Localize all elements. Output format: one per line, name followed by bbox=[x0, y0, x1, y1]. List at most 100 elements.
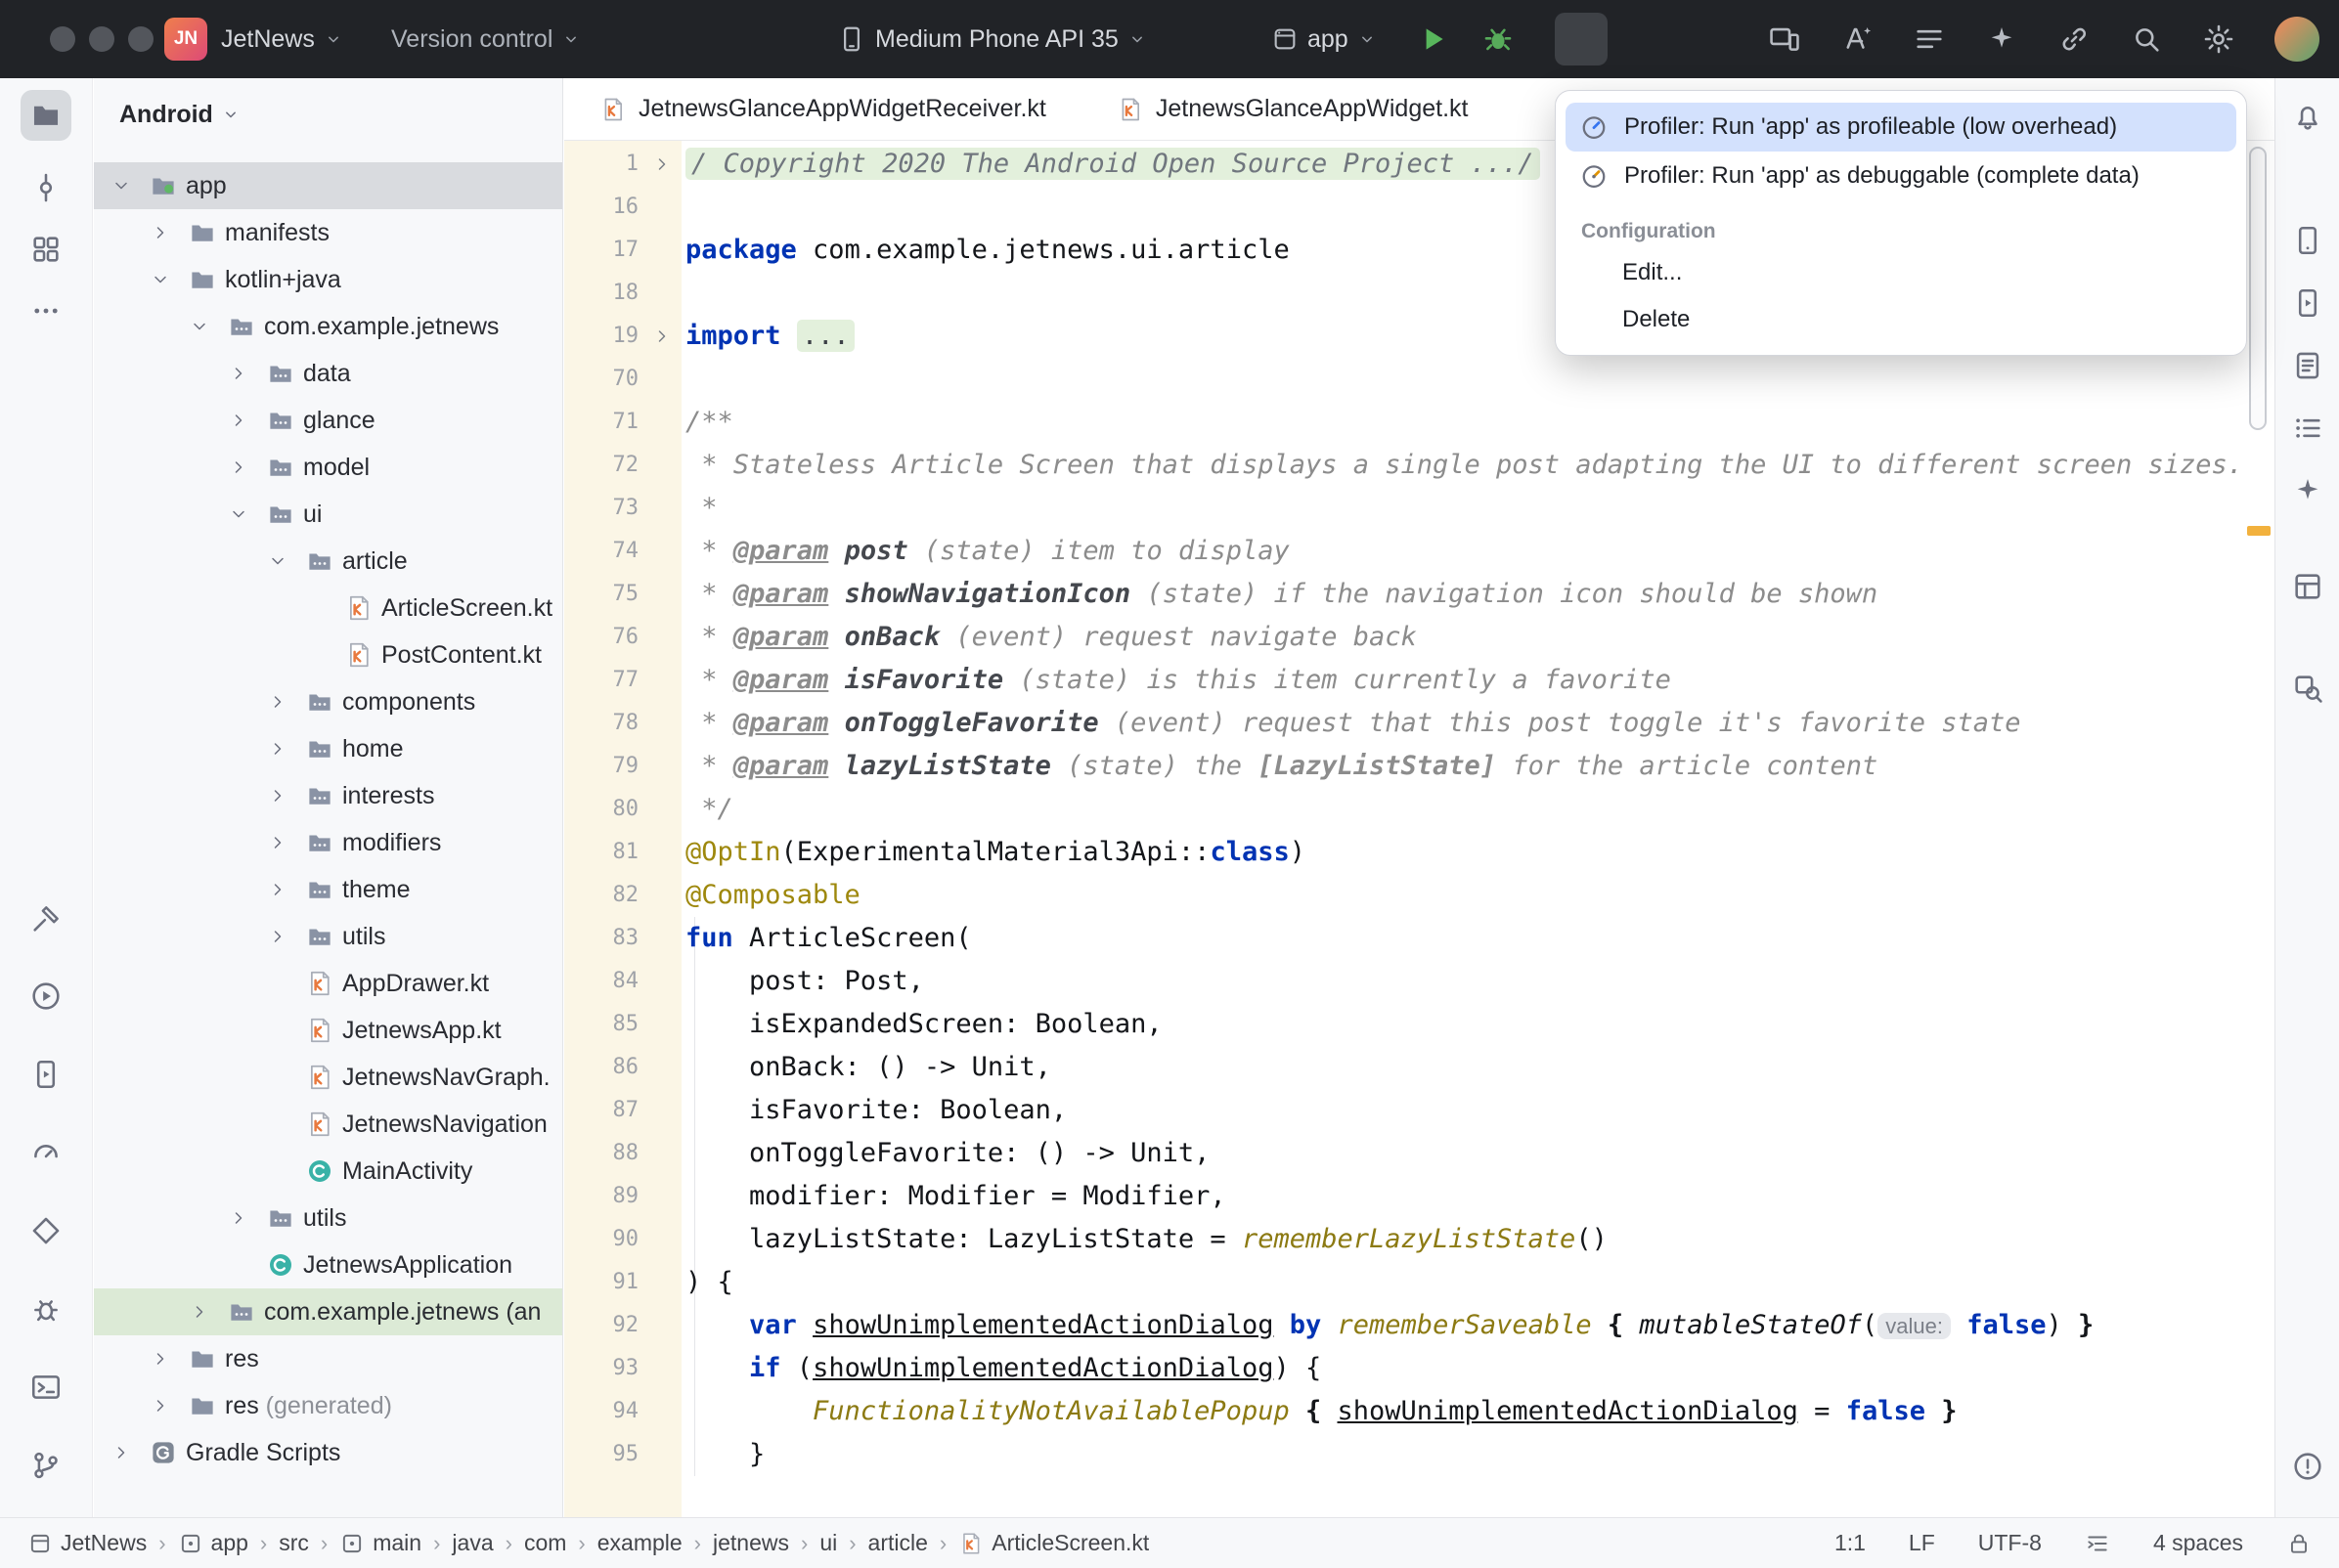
code-line-79[interactable]: 79 * @param lazyListState (state) the [L… bbox=[564, 745, 2274, 788]
code-line-73[interactable]: 73 * bbox=[564, 487, 2274, 530]
chevron-right-icon[interactable] bbox=[229, 364, 248, 383]
code-line-77[interactable]: 77 * @param isFavorite (state) is this i… bbox=[564, 659, 2274, 702]
tree-item-theme[interactable]: theme bbox=[94, 866, 562, 913]
breadcrumb-ui[interactable]: ui bbox=[819, 1530, 837, 1556]
tree-item-glance[interactable]: glance bbox=[94, 397, 562, 444]
tree-item-article[interactable]: article bbox=[94, 538, 562, 585]
chevron-right-icon[interactable] bbox=[190, 317, 209, 336]
popup-action-delete[interactable]: Delete bbox=[1566, 296, 2236, 343]
app-inspection-tool-button[interactable] bbox=[2282, 663, 2333, 714]
sparkle-star-button[interactable] bbox=[1985, 22, 2018, 56]
chevron-right-icon[interactable] bbox=[229, 1208, 248, 1228]
editor-tab-jetnewsglanceappwidgetreceiver-kt[interactable]: JetnewsGlanceAppWidgetReceiver.kt bbox=[564, 78, 1081, 140]
code-line-86[interactable]: 86 onBack: () -> Unit, bbox=[564, 1046, 2274, 1089]
breadcrumb-src[interactable]: src bbox=[279, 1530, 309, 1556]
breadcrumb-jetnews[interactable]: JetNews bbox=[27, 1530, 147, 1556]
chevron-right-icon[interactable] bbox=[268, 927, 287, 946]
breadcrumb-articlescreen-kt[interactable]: ArticleScreen.kt bbox=[958, 1530, 1149, 1556]
tree-item-data[interactable]: data bbox=[94, 350, 562, 397]
tree-item-utils[interactable]: utils bbox=[94, 913, 562, 960]
chevron-right-icon[interactable] bbox=[268, 833, 287, 852]
tree-item-res[interactable]: res bbox=[94, 1335, 562, 1382]
code-line-93[interactable]: 93 if (showUnimplementedActionDialog) { bbox=[564, 1347, 2274, 1390]
tree-item-model[interactable]: model bbox=[94, 444, 562, 491]
breadcrumb-app[interactable]: app bbox=[178, 1530, 248, 1556]
code-line-82[interactable]: 82@Composable bbox=[564, 874, 2274, 917]
code-line-90[interactable]: 90 lazyListState: LazyListState = rememb… bbox=[564, 1218, 2274, 1261]
tree-item-components[interactable]: components bbox=[94, 678, 562, 725]
tree-item-gradle-scripts[interactable]: Gradle Scripts bbox=[94, 1429, 562, 1476]
notifications-bell-tool-button[interactable] bbox=[2282, 91, 2333, 142]
commit-tool-button[interactable] bbox=[21, 162, 71, 213]
tree-item-com-example-jetnews[interactable]: com.example.jetnews bbox=[94, 303, 562, 350]
search-button[interactable] bbox=[2130, 22, 2163, 56]
tree-item-manifests[interactable]: manifests bbox=[94, 209, 562, 256]
chevron-right-icon[interactable] bbox=[268, 692, 287, 712]
indent-style-icon[interactable] bbox=[2085, 1531, 2110, 1556]
minimize-window-button[interactable] bbox=[89, 26, 114, 52]
chevron-right-icon[interactable] bbox=[151, 1396, 170, 1416]
sparkle-star-tool-button[interactable] bbox=[2282, 465, 2333, 516]
chevron-right-icon[interactable] bbox=[151, 1349, 170, 1369]
tree-item-res[interactable]: res (generated) bbox=[94, 1382, 562, 1429]
chevron-right-icon[interactable] bbox=[151, 270, 170, 289]
code-line-83[interactable]: 83fun ArticleScreen( bbox=[564, 917, 2274, 960]
debug-button[interactable] bbox=[1481, 22, 1515, 56]
chevron-right-icon[interactable] bbox=[151, 223, 170, 242]
chevron-right-icon[interactable] bbox=[268, 786, 287, 806]
code-line-87[interactable]: 87 isFavorite: Boolean, bbox=[564, 1089, 2274, 1132]
editor-tab-jetnewsglanceappwidget-kt[interactable]: JetnewsGlanceAppWidget.kt bbox=[1081, 78, 1504, 140]
popup-action-edit[interactable]: Edit... bbox=[1566, 249, 2236, 296]
line-separator[interactable]: LF bbox=[1909, 1530, 1935, 1556]
more-ellipsis-tool-button[interactable] bbox=[21, 285, 71, 336]
tree-item-modifiers[interactable]: modifiers bbox=[94, 819, 562, 866]
indent-size[interactable]: 4 spaces bbox=[2153, 1530, 2243, 1556]
build-hammer-tool-button[interactable] bbox=[21, 893, 71, 944]
device-pair-button[interactable] bbox=[1768, 22, 1801, 56]
tree-item-interests[interactable]: interests bbox=[94, 772, 562, 819]
chevron-right-icon[interactable] bbox=[111, 1443, 131, 1462]
chevron-right-icon[interactable] bbox=[190, 1302, 209, 1322]
code-line-74[interactable]: 74 * @param post (state) item to display bbox=[564, 530, 2274, 573]
profiler-gauge-tool-button[interactable] bbox=[21, 1126, 71, 1177]
tree-item-postcontent-kt[interactable]: PostContent.kt bbox=[94, 632, 562, 678]
git-branch-tool-button[interactable] bbox=[21, 1440, 71, 1491]
code-line-78[interactable]: 78 * @param onToggleFavorite (event) req… bbox=[564, 702, 2274, 745]
code-line-70[interactable]: 70 bbox=[564, 358, 2274, 401]
insights-diamond-tool-button[interactable] bbox=[21, 1205, 71, 1256]
code-line-75[interactable]: 75 * @param showNavigationIcon (state) i… bbox=[564, 573, 2274, 616]
bullet-list-tool-button[interactable] bbox=[2282, 403, 2333, 454]
close-window-button[interactable] bbox=[50, 26, 75, 52]
code-line-91[interactable]: 91) { bbox=[564, 1261, 2274, 1304]
chevron-right-icon[interactable] bbox=[268, 739, 287, 759]
running-device-tool-button[interactable] bbox=[21, 1049, 71, 1100]
chevron-right-icon[interactable] bbox=[268, 880, 287, 899]
tree-item-appdrawer-kt[interactable]: AppDrawer.kt bbox=[94, 960, 562, 1007]
file-encoding[interactable]: UTF-8 bbox=[1978, 1530, 2042, 1556]
fold-marker-icon[interactable] bbox=[652, 327, 672, 346]
zoom-window-button[interactable] bbox=[128, 26, 154, 52]
tree-item-home[interactable]: home bbox=[94, 725, 562, 772]
breadcrumb-main[interactable]: main bbox=[339, 1530, 421, 1556]
breadcrumb-jetnews[interactable]: jetnews bbox=[713, 1530, 789, 1556]
tree-item-jetnewsnavgraph[interactable]: JetnewsNavGraph. bbox=[94, 1054, 562, 1101]
code-line-80[interactable]: 80 */ bbox=[564, 788, 2274, 831]
tree-item-kotlin-java[interactable]: kotlin+java bbox=[94, 256, 562, 303]
popup-item-profiler-run-app-as-debuggable-complete-[interactable]: Profiler: Run 'app' as debuggable (compl… bbox=[1566, 152, 2236, 200]
terminal-tool-button[interactable] bbox=[21, 1362, 71, 1413]
project-selector[interactable]: JetNews bbox=[221, 0, 343, 78]
settings-gear-button[interactable] bbox=[2202, 22, 2235, 56]
task-list-button[interactable] bbox=[1913, 22, 1946, 56]
tree-item-com-example-jetnews-an[interactable]: com.example.jetnews (an bbox=[94, 1288, 562, 1335]
tree-item-mainactivity[interactable]: MainActivity bbox=[94, 1148, 562, 1195]
version-control-menu[interactable]: Version control bbox=[391, 0, 581, 78]
tree-item-articlescreen-kt[interactable]: ArticleScreen.kt bbox=[94, 585, 562, 632]
project-folder-tool-button[interactable] bbox=[21, 90, 71, 141]
code-line-72[interactable]: 72 * Stateless Article Screen that displ… bbox=[564, 444, 2274, 487]
caret-position[interactable]: 1:1 bbox=[1834, 1530, 1866, 1556]
breadcrumb-java[interactable]: java bbox=[452, 1530, 493, 1556]
tree-item-jetnewsnavigation[interactable]: JetnewsNavigation bbox=[94, 1101, 562, 1148]
ai-actions-button[interactable] bbox=[1840, 22, 1874, 56]
running-device-tool-button[interactable] bbox=[2282, 278, 2333, 328]
readonly-lock[interactable] bbox=[2286, 1531, 2312, 1556]
